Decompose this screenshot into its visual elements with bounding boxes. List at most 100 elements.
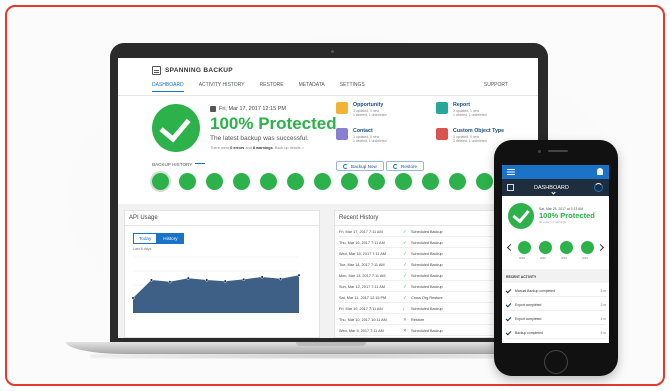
history-row[interactable]: Thu, Mar 10, 2017 10:11 AM ✕ Restore bbox=[339, 316, 499, 325]
activity-item[interactable]: Export completed 3 m bbox=[505, 299, 606, 311]
backup-history-dot[interactable] bbox=[395, 173, 412, 190]
backup-history-dot[interactable] bbox=[260, 173, 277, 190]
api-usage-area bbox=[133, 275, 299, 313]
phone-home-button[interactable] bbox=[544, 350, 568, 374]
api-usage-panel: API Usage Today History Last 8 days bbox=[124, 210, 320, 338]
phone-protection-headline: 100% Protected bbox=[539, 211, 595, 220]
app-header: SPANNING BACKUP DASHBOARD ACTIVITY HISTO… bbox=[118, 58, 538, 96]
backup-history-dot[interactable] bbox=[287, 173, 304, 190]
brand[interactable]: SPANNING BACKUP bbox=[152, 66, 233, 75]
api-usage-chart bbox=[131, 256, 301, 313]
checkmark-icon bbox=[505, 329, 512, 335]
history-row-label: Scheduled Backup bbox=[411, 252, 443, 256]
nav-settings[interactable]: SETTINGS bbox=[340, 82, 365, 92]
history-row[interactable]: Tue, Mar 14, 2017 7:11 AM ✓ Scheduled Back… bbox=[339, 261, 499, 270]
history-row[interactable]: Fri, Mar 17, 2017 7:11 AM ✓ Scheduled Back… bbox=[339, 228, 499, 237]
report-icon bbox=[436, 102, 448, 114]
backup-history-dot[interactable] bbox=[422, 173, 439, 190]
backup-history-dot[interactable] bbox=[152, 173, 169, 190]
phone-dashboard-title[interactable]: DASHBOARD bbox=[534, 185, 569, 191]
chevron-right-icon[interactable] bbox=[596, 243, 605, 252]
backup-history-dot[interactable] bbox=[233, 173, 250, 190]
history-status-icon: ✓ bbox=[403, 229, 407, 234]
history-row[interactable]: Thu, Mar 16, 2017 7:11 AM ✓ Scheduled Back… bbox=[339, 239, 499, 248]
history-dot[interactable] bbox=[518, 241, 531, 254]
api-usage-point[interactable] bbox=[242, 277, 246, 281]
card-title: Custom Object Type bbox=[453, 128, 505, 134]
nav-metadata[interactable]: METADATA bbox=[299, 82, 325, 92]
crown-icon bbox=[336, 102, 348, 114]
history-trend-icon bbox=[195, 163, 206, 166]
activity-label: Manual Backup completed bbox=[515, 288, 555, 293]
api-usage-point[interactable] bbox=[279, 277, 283, 281]
backup-history-dot[interactable] bbox=[476, 173, 493, 190]
api-usage-point[interactable] bbox=[149, 278, 153, 282]
history-row-label: Restore bbox=[411, 318, 425, 322]
nav-activity-history[interactable]: ACTIVITY HISTORY bbox=[199, 82, 245, 92]
history-row-date: Sun, Mar 12, 2017 7:11 AM bbox=[339, 285, 385, 289]
errors-count: 0 errors bbox=[230, 146, 245, 150]
activity-item[interactable]: Backup completed 5 m bbox=[505, 327, 606, 339]
nav-dashboard[interactable]: DASHBOARD bbox=[152, 82, 184, 92]
spanning-logo-icon bbox=[152, 66, 161, 75]
api-usage-point[interactable] bbox=[297, 273, 301, 277]
backup-history-dot[interactable] bbox=[449, 173, 466, 190]
history-row-date: Thu, Mar 16, 2017 7:11 AM bbox=[339, 241, 385, 245]
api-usage-point[interactable] bbox=[223, 279, 227, 283]
activity-item[interactable]: Export completed 4 m bbox=[505, 313, 606, 325]
history-dot-label: 3/20 bbox=[519, 256, 525, 260]
warnings-mid: and bbox=[244, 146, 253, 150]
toggle-history[interactable]: History bbox=[157, 233, 184, 244]
history-dot[interactable] bbox=[539, 241, 552, 254]
history-row[interactable]: Mon, Mar 13, 2017 7:11 AM ✓ Scheduled Back… bbox=[339, 272, 499, 281]
hamburger-menu-icon[interactable] bbox=[507, 169, 515, 171]
history-row[interactable]: Sat, Mar 11, 2017 12:15 PM ✓ Cross Org Res… bbox=[339, 294, 499, 303]
api-usage-point[interactable] bbox=[205, 278, 209, 282]
history-dot[interactable] bbox=[560, 241, 573, 254]
sidebar-icon[interactable] bbox=[507, 184, 514, 191]
api-usage-point[interactable] bbox=[186, 276, 190, 280]
api-usage-point[interactable] bbox=[131, 296, 135, 300]
laptop-screen: SPANNING BACKUP DASHBOARD ACTIVITY HISTO… bbox=[118, 58, 538, 338]
success-check-icon bbox=[152, 104, 200, 152]
chevron-left-icon[interactable] bbox=[506, 243, 515, 252]
history-row-date: Wed, Mar 15, 2017 7:11 AM bbox=[339, 252, 386, 256]
history-row[interactable]: Wed, Mar 15, 2017 7:11 AM ✓ Scheduled Back… bbox=[339, 250, 499, 259]
history-row[interactable]: Sun, Mar 12, 2017 7:11 AM ✓ Scheduled Back… bbox=[339, 283, 499, 292]
card-line: 1 deleted, 1 undeleted bbox=[353, 139, 387, 144]
nav-restore[interactable]: RESTORE bbox=[260, 82, 284, 92]
history-dot[interactable] bbox=[581, 241, 594, 254]
recent-activity-label: RECENT ACTIVITY bbox=[506, 275, 537, 279]
chevron-down-icon[interactable] bbox=[551, 190, 556, 195]
backup-now-button[interactable]: Backup Now bbox=[336, 161, 384, 171]
history-row[interactable]: Wed, Mar 9, 2017 7:11 AM ✕ Scheduled Backu… bbox=[339, 327, 499, 336]
restore-button[interactable]: Restore bbox=[386, 161, 425, 171]
bell-icon[interactable] bbox=[597, 168, 603, 175]
nav-support[interactable]: SUPPORT bbox=[484, 82, 508, 88]
history-row-date: Sat, Mar 11, 2017 12:15 PM bbox=[339, 296, 387, 300]
card-contact[interactable]: Contact 3 updated, 0 new 1 deleted, 1 un… bbox=[336, 128, 431, 160]
history-row[interactable]: Fri, Mar 10, 2017 7:11 AM! Scheduled Back… bbox=[339, 305, 499, 314]
lock-icon bbox=[436, 128, 448, 140]
backup-history-dot[interactable] bbox=[368, 173, 385, 190]
card-title: Opportunity bbox=[353, 102, 384, 108]
backup-details-link[interactable]: . Back up details > bbox=[273, 146, 304, 150]
backup-history-dot[interactable] bbox=[341, 173, 358, 190]
activity-item[interactable]: Manual Backup completed 3 m bbox=[505, 285, 606, 297]
history-dot-label: 3/22 bbox=[540, 256, 546, 260]
history-row-label: Cross Org Restore bbox=[411, 296, 443, 300]
backup-history-dot[interactable] bbox=[179, 173, 196, 190]
activity-time: 3 m bbox=[600, 288, 606, 293]
phone-camera bbox=[538, 150, 541, 153]
api-usage-point[interactable] bbox=[168, 280, 172, 284]
api-usage-period: Last 8 days bbox=[133, 247, 152, 251]
backup-history-dot[interactable] bbox=[314, 173, 331, 190]
backup-now-label: Backup Now bbox=[351, 163, 377, 169]
warnings-prefix: There were bbox=[210, 146, 231, 150]
toggle-today[interactable]: Today bbox=[133, 233, 158, 244]
phone-screen: DASHBOARD Sat, Mar 25, 2017 at 3:13 AM 1… bbox=[502, 165, 609, 343]
divider bbox=[125, 225, 319, 226]
backup-history-dot[interactable] bbox=[206, 173, 223, 190]
api-usage-point[interactable] bbox=[260, 275, 264, 279]
history-status-icon: ✕ bbox=[403, 317, 407, 322]
